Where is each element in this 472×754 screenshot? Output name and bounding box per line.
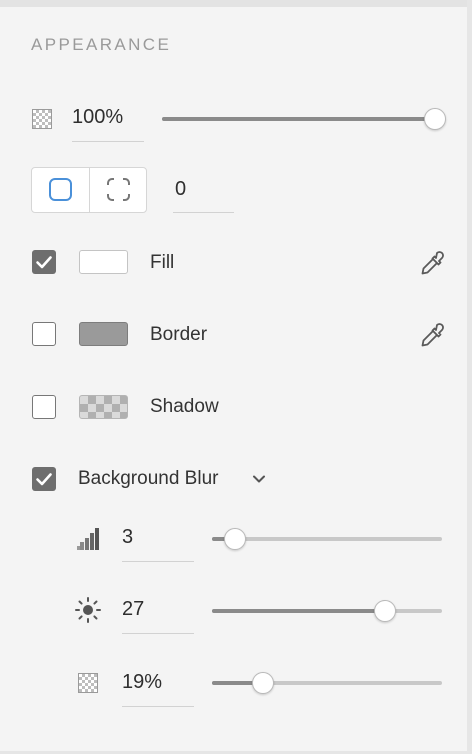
corner-radius-underline xyxy=(173,212,234,213)
section-title: APPEARANCE xyxy=(31,35,172,54)
background-blur-label[interactable]: Background Blur xyxy=(78,468,218,490)
checkmark-icon xyxy=(36,256,52,269)
brightness-value[interactable]: 27 xyxy=(122,598,144,621)
brightness-slider-thumb[interactable] xyxy=(373,600,396,622)
border-color-swatch[interactable] xyxy=(79,322,128,346)
border-label: Border xyxy=(150,324,208,345)
border-checkbox[interactable] xyxy=(32,322,56,346)
corner-radius-value[interactable]: 0 xyxy=(175,178,186,201)
blur-amount-underline xyxy=(122,561,194,562)
checkmark-icon xyxy=(36,473,52,486)
opacity-value-underline xyxy=(72,141,144,142)
blur-opacity-slider-thumb[interactable] xyxy=(251,672,274,694)
blur-amount-value[interactable]: 3 xyxy=(122,526,133,549)
opacity-slider-thumb[interactable] xyxy=(424,108,446,130)
opacity-value[interactable]: 100% xyxy=(72,106,123,129)
uniform-corners-icon xyxy=(49,178,72,201)
blur-opacity-underline xyxy=(122,706,194,707)
fill-checkbox[interactable] xyxy=(32,250,56,274)
independent-corners-icon xyxy=(107,178,130,201)
brightness-icon xyxy=(74,596,102,629)
panel-right-edge xyxy=(467,0,472,754)
panel-top-divider xyxy=(0,0,472,7)
brightness-underline xyxy=(122,633,194,634)
shadow-label: Shadow xyxy=(150,396,219,417)
blur-amount-slider-track[interactable] xyxy=(212,537,442,541)
blur-opacity-value[interactable]: 19% xyxy=(122,671,162,694)
shadow-checkbox[interactable] xyxy=(32,395,56,419)
opacity-checkerboard-icon xyxy=(32,109,52,129)
opacity-slider-fill xyxy=(162,117,444,121)
blur-amount-icon xyxy=(76,527,100,556)
shadow-swatch[interactable] xyxy=(79,395,128,419)
uniform-corners-button[interactable] xyxy=(32,168,89,212)
corner-mode-toggle[interactable] xyxy=(31,167,147,213)
fill-color-swatch[interactable] xyxy=(79,250,128,274)
background-blur-checkbox[interactable] xyxy=(32,467,56,491)
chevron-down-icon[interactable] xyxy=(250,470,268,493)
brightness-slider-fill xyxy=(212,609,385,613)
independent-corners-button[interactable] xyxy=(90,168,147,212)
blur-opacity-checkerboard-icon xyxy=(78,673,98,693)
fill-eyedropper-icon[interactable] xyxy=(418,248,448,278)
blur-amount-slider-thumb[interactable] xyxy=(224,528,246,550)
fill-label: Fill xyxy=(150,252,175,273)
border-eyedropper-icon[interactable] xyxy=(418,320,448,350)
